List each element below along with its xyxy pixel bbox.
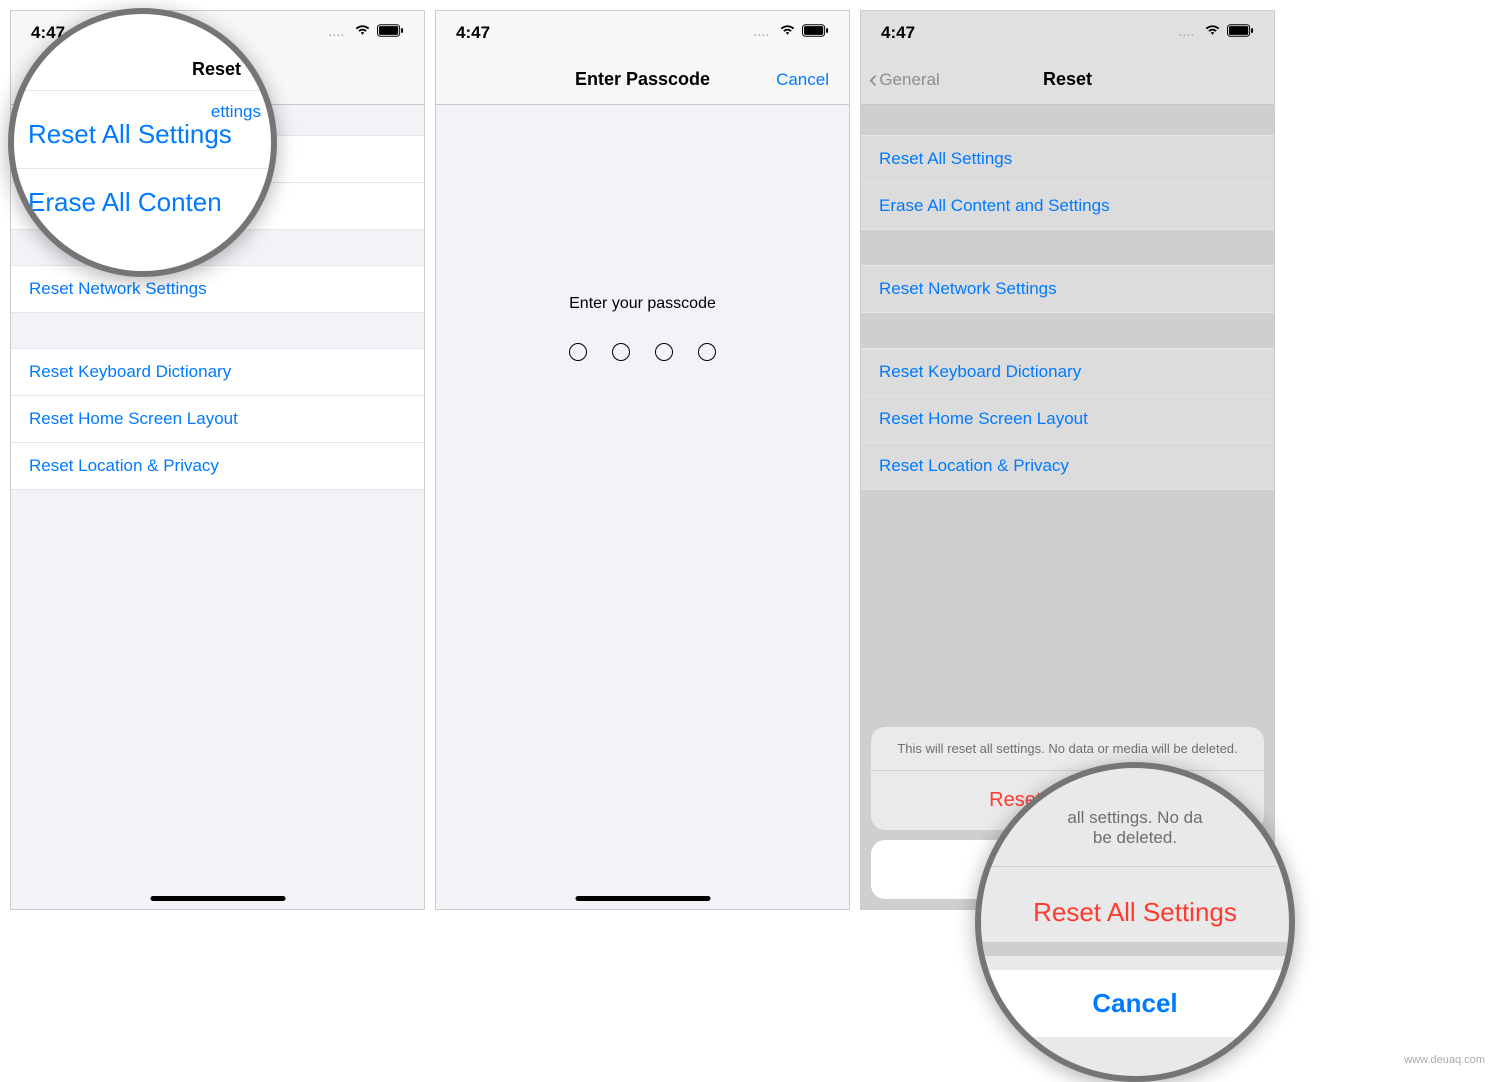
section-1: Reset All Settings Erase All Content and… — [861, 135, 1274, 230]
cellular-dots-icon: .... — [329, 27, 345, 39]
reset-keyboard-dictionary-cell[interactable]: Reset Keyboard Dictionary — [11, 348, 424, 396]
passcode-prompt: Enter your passcode — [436, 295, 849, 313]
home-indicator[interactable] — [150, 896, 285, 901]
wifi-icon — [1204, 24, 1221, 42]
reset-home-screen-layout-cell[interactable]: Reset Home Screen Layout — [861, 396, 1274, 443]
status-icons: .... — [329, 24, 404, 42]
status-bar: 4:47 .... — [861, 11, 1274, 55]
passcode-dot-3 — [655, 343, 673, 361]
action-sheet-message: This will reset all settings. No data or… — [871, 727, 1264, 771]
status-bar: 4:47 .... — [436, 11, 849, 55]
passcode-dot-4 — [698, 343, 716, 361]
cellular-dots-icon: .... — [1179, 27, 1195, 39]
section-2: Reset Network Settings — [861, 265, 1274, 313]
reset-home-screen-layout-cell[interactable]: Reset Home Screen Layout — [11, 396, 424, 443]
magnified-cancel-button: Cancel — [975, 988, 1295, 1019]
erase-all-content-cell[interactable]: Erase All Content and Settings — [861, 183, 1274, 230]
magnifier-callout-1: Reset Reset All Settings Erase All Conte… — [8, 8, 277, 277]
status-time: 4:47 — [881, 23, 915, 43]
nav-title: Reset — [1043, 69, 1092, 90]
battery-icon — [1227, 24, 1254, 42]
magnified-settings-partial: ettings — [211, 102, 261, 122]
battery-icon — [377, 24, 404, 42]
cancel-button[interactable]: Cancel — [776, 70, 829, 90]
magnified-reset-all-settings-button: Reset All Settings — [981, 897, 1289, 928]
battery-icon — [802, 24, 829, 42]
reset-all-settings-cell[interactable]: Reset All Settings — [861, 135, 1274, 183]
status-icons: .... — [1179, 24, 1254, 42]
nav-bar: Enter Passcode Cancel — [436, 55, 849, 105]
magnified-reset-all-settings: Reset All Settings — [28, 119, 257, 150]
nav-title: Enter Passcode — [575, 69, 710, 90]
magnifier-nav-title: Reset — [192, 59, 241, 80]
magnified-erase-all-content: Erase All Conten — [28, 187, 257, 218]
reset-network-settings-cell[interactable]: Reset Network Settings — [11, 265, 424, 313]
cellular-dots-icon: .... — [754, 27, 770, 39]
home-indicator[interactable] — [575, 896, 710, 901]
status-icons: .... — [754, 24, 829, 42]
magnified-sheet-message: all settings. No dabe deleted. — [981, 808, 1289, 848]
magnifier-callout-2: all settings. No dabe deleted. Reset All… — [975, 762, 1295, 1082]
phone-screen-2: 4:47 .... Enter Passcode Cancel Enter yo… — [435, 10, 850, 910]
reset-keyboard-dictionary-cell[interactable]: Reset Keyboard Dictionary — [861, 348, 1274, 396]
back-button[interactable]: ‹ General — [869, 65, 940, 94]
back-label: General — [879, 70, 939, 90]
nav-bar: ‹ General Reset — [861, 55, 1274, 105]
wifi-icon — [354, 24, 371, 42]
reset-network-settings-cell[interactable]: Reset Network Settings — [861, 265, 1274, 313]
chevron-left-icon: ‹ — [869, 65, 877, 94]
passcode-dot-2 — [612, 343, 630, 361]
passcode-dot-1 — [569, 343, 587, 361]
watermark: www.deuaq.com — [1404, 1054, 1485, 1066]
wifi-icon — [779, 24, 796, 42]
reset-location-privacy-cell[interactable]: Reset Location & Privacy — [861, 443, 1274, 490]
section-3: Reset Keyboard Dictionary Reset Home Scr… — [11, 348, 424, 490]
passcode-dots — [436, 343, 849, 361]
content-area: Enter your passcode — [436, 105, 849, 909]
section-3: Reset Keyboard Dictionary Reset Home Scr… — [861, 348, 1274, 490]
reset-location-privacy-cell[interactable]: Reset Location & Privacy — [11, 443, 424, 490]
status-time: 4:47 — [456, 23, 490, 43]
section-2: Reset Network Settings — [11, 265, 424, 313]
phone-screen-3: 4:47 .... ‹ General Reset Reset All Sett… — [860, 10, 1275, 910]
